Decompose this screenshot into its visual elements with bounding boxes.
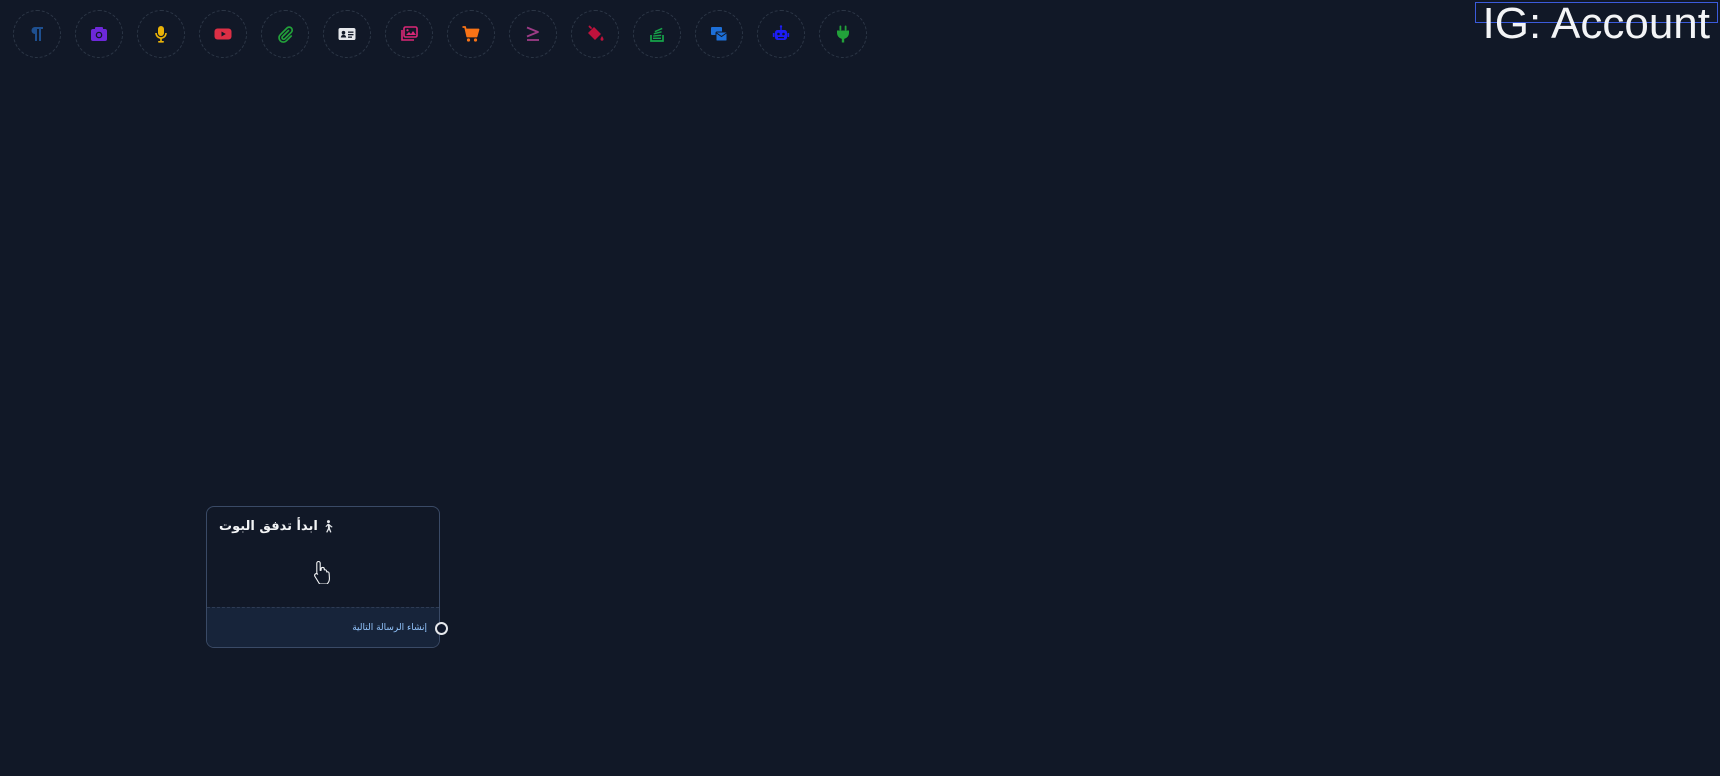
add-broadcast-button[interactable]	[695, 10, 743, 58]
add-integration-button[interactable]	[819, 10, 867, 58]
plug-icon	[836, 25, 850, 43]
add-image-button[interactable]	[75, 10, 123, 58]
add-video-button[interactable]	[199, 10, 247, 58]
images-icon	[401, 26, 418, 41]
add-bot-button[interactable]	[757, 10, 805, 58]
node-footer: إنشاء الرسالة التالية	[207, 607, 439, 647]
paperclip-icon	[278, 26, 294, 43]
contact-card-icon	[338, 28, 356, 40]
mail-bulk-icon	[711, 27, 728, 42]
add-stack-button[interactable]	[633, 10, 681, 58]
flow-canvas[interactable]: IG: Account ابدأ تدفق البوت إنشاء الرسال…	[0, 0, 1720, 776]
node-toolbar	[13, 10, 867, 58]
page-title[interactable]: IG: Account	[1472, 0, 1710, 48]
node-title: ابدأ تدفق البوت	[219, 519, 318, 534]
add-text-button[interactable]	[13, 10, 61, 58]
paragraph-icon	[31, 27, 43, 41]
youtube-icon	[214, 28, 232, 40]
microphone-icon	[155, 26, 167, 43]
walking-person-icon	[325, 520, 333, 533]
add-audio-button[interactable]	[137, 10, 185, 58]
output-port[interactable]	[435, 622, 448, 635]
camera-icon	[91, 27, 107, 41]
add-contact-button[interactable]	[323, 10, 371, 58]
add-product-button[interactable]	[447, 10, 495, 58]
add-gallery-button[interactable]	[385, 10, 433, 58]
stack-icon	[650, 27, 664, 42]
cart-icon	[462, 26, 480, 42]
add-style-button[interactable]	[571, 10, 619, 58]
greater-equal-icon	[526, 26, 539, 41]
node-header: ابدأ تدفق البوت	[219, 519, 334, 534]
add-condition-button[interactable]	[509, 10, 557, 58]
next-message-label: إنشاء الرسالة التالية	[352, 622, 427, 633]
hand-pointer-cursor-icon	[314, 560, 330, 584]
paint-bucket-icon	[588, 25, 604, 41]
robot-icon	[772, 25, 790, 40]
add-file-button[interactable]	[261, 10, 309, 58]
